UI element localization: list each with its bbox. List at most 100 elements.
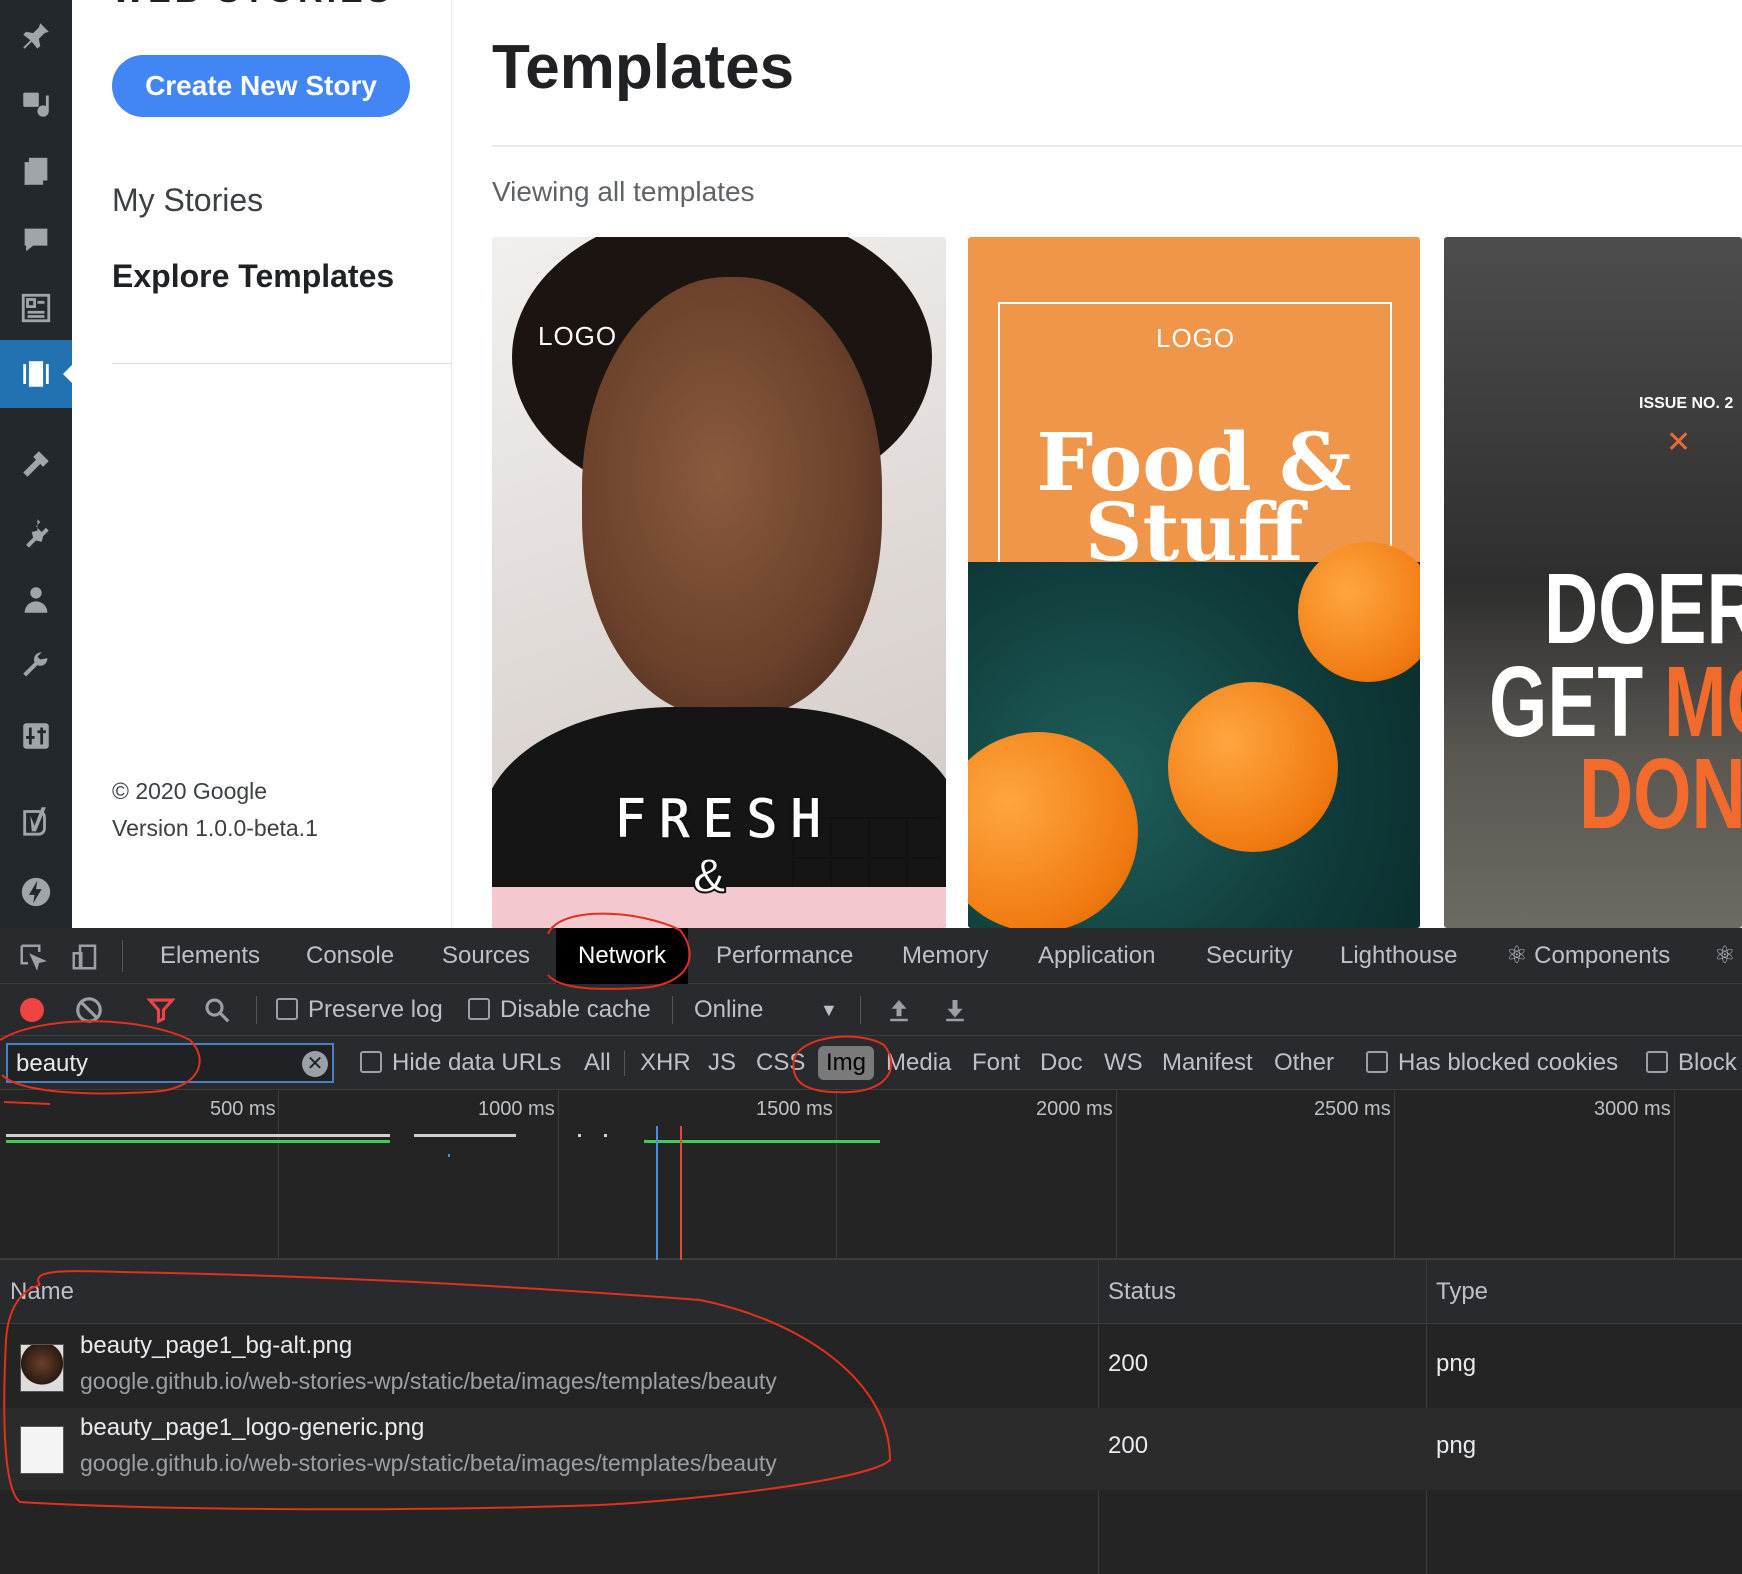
network-overview-timeline[interactable]: 500 ms 1000 ms 1500 ms 2000 ms 2500 ms 3… [0,1090,1742,1260]
media-icon[interactable] [0,72,72,136]
filter-css[interactable]: CSS [756,1036,805,1090]
wp-admin-menu [0,0,72,928]
device-toolbar-icon[interactable] [70,942,100,972]
issue-label: ISSUE NO. 2 [1639,395,1734,412]
tab-memory[interactable]: Memory [902,928,989,984]
tab-profiler[interactable]: ⚛ P [1714,928,1742,984]
users-icon[interactable] [0,568,72,632]
card-photo [968,542,1420,928]
network-toolbar: Preserve log Disable cache Online ▼ [0,984,1742,1036]
tab-console[interactable]: Console [306,928,394,984]
yoast-icon[interactable] [0,788,72,852]
timeline-tick-label: 500 ms [210,1098,276,1120]
file-thumbnail [20,1344,64,1392]
table-row[interactable]: beauty_page1_bg-alt.png google.github.io… [0,1326,1742,1408]
nav-explore-templates[interactable]: Explore Templates [112,258,394,295]
blocked-requests-checkbox[interactable]: Block [1646,1036,1737,1090]
filter-img[interactable]: Img [818,1046,875,1080]
template-card-fresh[interactable]: LOGO FRESH & [492,237,946,928]
export-har-icon[interactable] [940,995,970,1025]
forms-icon[interactable] [0,276,72,340]
blocked-requests-label: Block [1678,1049,1737,1076]
record-icon[interactable] [20,998,44,1022]
status-cell: 200 [1108,1432,1149,1459]
close-icon: ✕ [1666,426,1692,459]
filter-media[interactable]: Media [886,1036,951,1090]
clear-filter-icon[interactable]: ✕ [302,1051,328,1077]
toolbar-separator [256,996,257,1024]
type-cell: png [1436,1350,1477,1377]
checkbox[interactable] [360,1050,382,1073]
dom-content-loaded-marker [656,1126,658,1260]
filter-doc[interactable]: Doc [1040,1036,1083,1090]
pages-icon[interactable] [0,140,72,204]
card-title-line3: DONE [1579,738,1742,850]
pin-icon[interactable] [0,4,72,68]
web-stories-sidebar: WEB STORIES Create New Story My Stories … [72,0,452,928]
card-photo-face [582,277,882,717]
template-card-doers[interactable]: ISSUE NO. 2 ✕ DOERS GET MORE DONE [1444,237,1742,928]
filter-xhr[interactable]: XHR [640,1036,691,1090]
tab-sources[interactable]: Sources [442,928,530,984]
inspect-element-icon[interactable] [18,942,48,972]
filter-icon[interactable] [146,995,176,1025]
tab-elements[interactable]: Elements [160,928,260,984]
tab-application[interactable]: Application [1038,928,1155,984]
tab-lighthouse[interactable]: Lighthouse [1340,928,1457,984]
type-cell: png [1436,1432,1477,1459]
template-card-food[interactable]: LOGO Food & Stuff [968,237,1420,928]
filter-font[interactable]: Font [972,1036,1020,1090]
column-status[interactable]: Status [1108,1260,1176,1324]
filter-js[interactable]: JS [708,1036,736,1090]
filter-ws[interactable]: WS [1104,1036,1143,1090]
timeline-bar [6,1140,390,1143]
clear-icon[interactable] [74,995,104,1025]
tools-icon[interactable] [0,636,72,700]
column-type[interactable]: Type [1436,1260,1488,1324]
disable-cache-label: Disable cache [500,996,651,1023]
timeline-tick [278,1090,279,1260]
timeline-tick-label: 1500 ms [756,1098,833,1120]
filter-other[interactable]: Other [1274,1036,1334,1090]
filter-manifest[interactable]: Manifest [1162,1036,1253,1090]
checkbox[interactable] [276,997,298,1020]
title-divider [492,145,1742,147]
search-icon[interactable] [202,995,232,1025]
tab-security[interactable]: Security [1206,928,1293,984]
settings-icon[interactable] [0,704,72,768]
network-filter-bar: ✕ Hide data URLs All XHR JS CSS Img Medi… [0,1036,1742,1090]
checkbox[interactable] [1366,1050,1388,1073]
create-new-story-button[interactable]: Create New Story [112,55,410,117]
column-name[interactable]: Name [10,1260,74,1324]
load-marker [680,1126,682,1260]
plugins-icon[interactable] [0,500,72,564]
tab-components[interactable]: ⚛ Components [1506,928,1670,984]
preserve-log-checkbox[interactable]: Preserve log [276,984,443,1036]
checkbox[interactable] [1646,1050,1668,1073]
amp-icon[interactable] [0,860,72,924]
page-title: Templates [492,33,795,102]
card-title: FRESH [613,786,833,853]
timeline-tick-label: 2500 ms [1314,1098,1391,1120]
tab-performance[interactable]: Performance [716,928,853,984]
chevron-down-icon: ▼ [820,1000,838,1020]
web-stories-icon[interactable] [0,340,72,408]
hide-data-urls-checkbox[interactable]: Hide data URLs [360,1036,561,1090]
filter-all[interactable]: All [584,1036,611,1090]
table-row[interactable]: beauty_page1_logo-generic.png google.git… [0,1408,1742,1490]
appearance-icon[interactable] [0,432,72,496]
has-blocked-cookies-checkbox[interactable]: Has blocked cookies [1366,1036,1618,1090]
tab-network[interactable]: Network [556,928,689,984]
checkbox[interactable] [468,997,490,1020]
orange [1168,682,1338,852]
file-path: google.github.io/web-stories-wp/static/b… [80,1368,777,1394]
throttle-select[interactable]: Online ▼ [694,984,838,1036]
disable-cache-checkbox[interactable]: Disable cache [468,984,651,1036]
filter-input[interactable] [14,1049,294,1079]
file-path: google.github.io/web-stories-wp/static/b… [80,1450,777,1476]
timeline-bar [578,1134,581,1137]
import-har-icon[interactable] [884,995,914,1025]
devtools-tabs: Elements Console Sources Network Perform… [0,928,1742,984]
comments-icon[interactable] [0,208,72,272]
nav-my-stories[interactable]: My Stories [112,182,263,219]
